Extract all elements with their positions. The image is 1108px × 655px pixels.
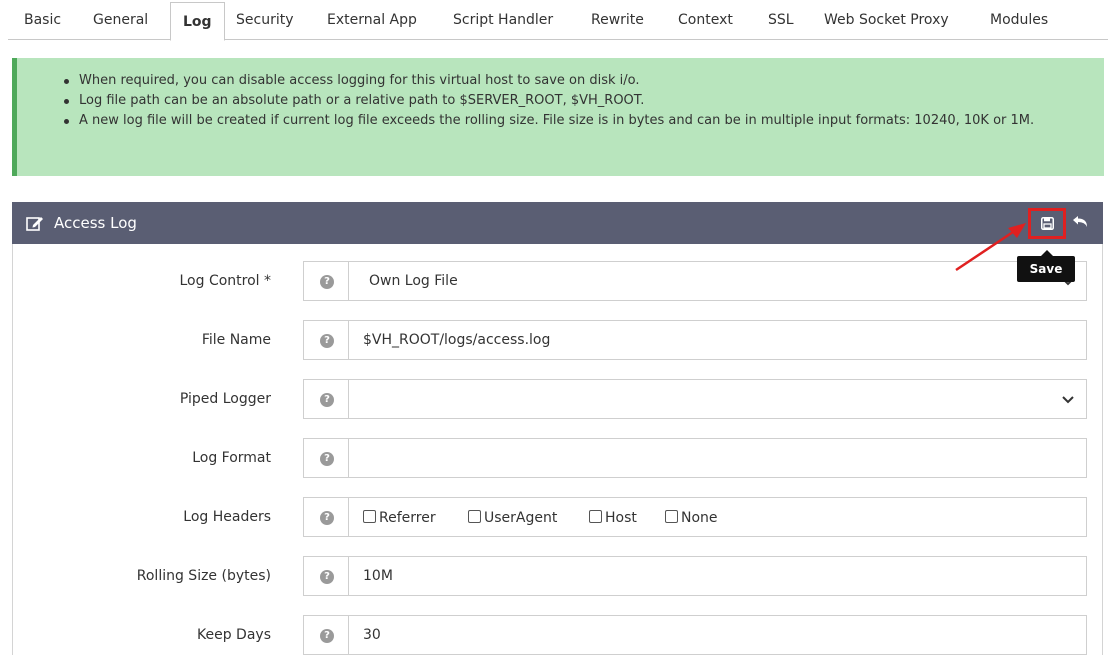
tab-security[interactable]: Security bbox=[236, 0, 294, 40]
log-format-input[interactable] bbox=[348, 438, 1087, 478]
rolling-size-label: Rolling Size (bytes) bbox=[136, 568, 271, 584]
help-icon[interactable]: ? bbox=[303, 438, 349, 478]
checkbox[interactable] bbox=[363, 510, 376, 523]
info-item: When required, you can disable access lo… bbox=[64, 71, 1104, 91]
log-control-label: Log Control * bbox=[179, 273, 271, 289]
edit-icon bbox=[26, 215, 44, 231]
checkbox-referrer[interactable]: Referrer bbox=[363, 510, 436, 526]
tab-rewrite[interactable]: Rewrite bbox=[591, 0, 644, 40]
tab-external-app[interactable]: External App bbox=[327, 0, 417, 40]
tab-script-handler[interactable]: Script Handler bbox=[453, 0, 553, 40]
checkbox-none[interactable]: None bbox=[665, 510, 718, 526]
piped-logger-label: Piped Logger bbox=[179, 391, 271, 407]
row-log-format: Log Format ? bbox=[13, 438, 1104, 478]
tab-ssl[interactable]: SSL bbox=[768, 0, 794, 40]
piped-logger-select[interactable] bbox=[348, 379, 1087, 419]
tab-context[interactable]: Context bbox=[678, 0, 733, 40]
keep-days-label: Keep Days bbox=[197, 627, 271, 643]
undo-icon[interactable] bbox=[1072, 215, 1090, 231]
access-log-form: Log Control * ? Own Log File File Name ?… bbox=[12, 244, 1103, 655]
panel-header: Access Log bbox=[12, 202, 1103, 244]
tab-modules[interactable]: Modules bbox=[990, 0, 1048, 40]
tab-web-socket-proxy[interactable]: Web Socket Proxy bbox=[824, 0, 949, 40]
tab-general[interactable]: General bbox=[93, 0, 148, 40]
help-icon[interactable]: ? bbox=[303, 320, 349, 360]
log-headers-field: Referrer UserAgent Host None bbox=[348, 497, 1087, 537]
file-name-input[interactable]: $VH_ROOT/logs/access.log bbox=[348, 320, 1087, 360]
help-icon[interactable]: ? bbox=[303, 615, 349, 655]
log-headers-label: Log Headers bbox=[183, 509, 271, 525]
save-button[interactable] bbox=[1028, 208, 1066, 239]
save-tooltip: Save bbox=[1017, 250, 1075, 282]
row-piped-logger: Piped Logger ? bbox=[13, 379, 1104, 419]
log-format-label: Log Format bbox=[192, 450, 271, 466]
info-box: When required, you can disable access lo… bbox=[12, 58, 1104, 176]
checkbox[interactable] bbox=[665, 510, 678, 523]
tab-bar: Basic General Log Security External App … bbox=[8, 0, 1108, 41]
row-rolling-size: Rolling Size (bytes) ? 10M bbox=[13, 556, 1104, 596]
info-item: A new log file will be created if curren… bbox=[64, 111, 1104, 131]
save-icon bbox=[1041, 217, 1054, 230]
checkbox-host[interactable]: Host bbox=[589, 510, 637, 526]
row-keep-days: Keep Days ? 30 bbox=[13, 615, 1104, 655]
row-log-headers: Log Headers ? Referrer UserAgent Host No… bbox=[13, 497, 1104, 537]
panel-title: Access Log bbox=[54, 214, 137, 232]
help-icon[interactable]: ? bbox=[303, 379, 349, 419]
checkbox-useragent[interactable]: UserAgent bbox=[468, 510, 557, 526]
checkbox[interactable] bbox=[468, 510, 481, 523]
help-icon[interactable]: ? bbox=[303, 497, 349, 537]
rolling-size-input[interactable]: 10M bbox=[348, 556, 1087, 596]
keep-days-input[interactable]: 30 bbox=[348, 615, 1087, 655]
info-list: When required, you can disable access lo… bbox=[17, 58, 1104, 131]
row-log-control: Log Control * ? Own Log File bbox=[13, 261, 1104, 301]
info-item: Log file path can be an absolute path or… bbox=[64, 91, 1104, 111]
checkbox[interactable] bbox=[589, 510, 602, 523]
help-icon[interactable]: ? bbox=[303, 261, 349, 301]
help-icon[interactable]: ? bbox=[303, 556, 349, 596]
file-name-label: File Name bbox=[201, 332, 271, 348]
row-file-name: File Name ? $VH_ROOT/logs/access.log bbox=[13, 320, 1104, 360]
tab-log[interactable]: Log bbox=[170, 2, 225, 41]
tab-basic[interactable]: Basic bbox=[24, 0, 61, 40]
log-control-value: Own Log File bbox=[369, 273, 458, 289]
chevron-down-icon bbox=[1062, 396, 1074, 404]
